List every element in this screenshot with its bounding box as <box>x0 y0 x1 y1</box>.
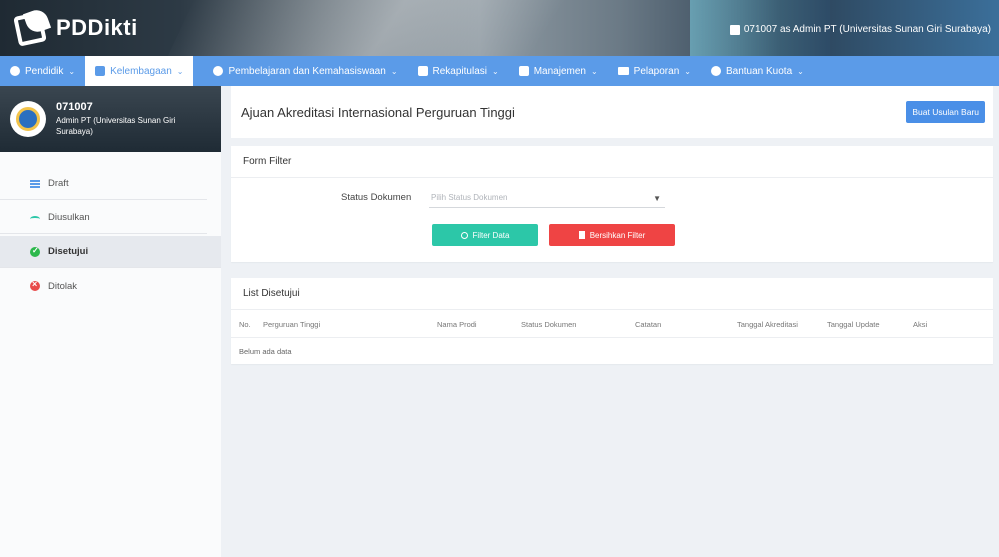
profile-panel: 071007 Admin PT (Universitas Sunan Giri … <box>0 86 221 152</box>
chevron-down-icon: ⌄ <box>68 66 76 76</box>
col-status-dokumen[interactable]: Status Dokumen <box>521 320 576 329</box>
sidebar-item-ditolak[interactable]: Ditolak <box>0 270 207 302</box>
sidebar-menu: Draft Diusulkan Disetujui Ditolak <box>0 168 221 302</box>
trash-icon <box>578 231 585 239</box>
status-placeholder: Pilih Status Dokumen <box>431 193 508 202</box>
user-info[interactable]: 071007 as Admin PT (Universitas Sunan Gi… <box>729 24 991 35</box>
filter-button-label: Filter Data <box>472 230 510 240</box>
filter-card: Form Filter Status Dokumen Pilih Status … <box>231 146 993 262</box>
user-info-text: 071007 as Admin PT (Universitas Sunan Gi… <box>743 24 991 35</box>
main-nav: Pendidik ⌄ Kelembagaan ⌄ Pembelajaran da… <box>0 56 999 86</box>
clear-filter-button[interactable]: Bersihkan Filter <box>549 224 675 246</box>
dropdown-caret-icon: ▼ <box>653 194 661 203</box>
sidebar-item-draft[interactable]: Draft <box>0 168 207 200</box>
nav-pendidik[interactable]: Pendidik ⌄ <box>0 56 85 86</box>
logo-mark-icon <box>13 6 52 48</box>
main-content: Ajuan Akreditasi Internasional Perguruan… <box>231 86 993 364</box>
col-aksi[interactable]: Aksi <box>913 320 927 329</box>
col-perguruan-tinggi[interactable]: Perguruan Tinggi <box>263 320 320 329</box>
user-circle-icon <box>710 66 721 76</box>
sidebar-item-diusulkan[interactable]: Diusulkan <box>0 202 207 234</box>
nav-label: Manajemen <box>533 65 586 77</box>
chevron-down-icon: ⌄ <box>797 66 804 76</box>
list-card-title: List Disetujui <box>231 278 993 310</box>
pddikti-logo[interactable]: PDDikti <box>13 6 138 48</box>
nav-label: Pelaporan <box>633 65 680 77</box>
page-title: Ajuan Akreditasi Internasional Perguruan… <box>241 104 515 120</box>
search-icon <box>460 231 468 239</box>
col-tanggal-akreditasi[interactable]: Tanggal Akreditasi <box>737 320 798 329</box>
nav-kelembagaan[interactable]: Kelembagaan ⌄ <box>85 56 194 86</box>
institution-icon <box>95 66 106 76</box>
nav-label: Pembelajaran dan Kemahasiswaan <box>228 65 386 77</box>
nav-label: Pendidik <box>25 65 64 77</box>
nav-label: Bantuan Kuota <box>725 65 793 77</box>
nav-pelaporan[interactable]: Pelaporan ⌄ <box>608 56 701 86</box>
list-card: List Disetujui No. Perguruan Tinggi Nama… <box>231 278 993 364</box>
chevron-down-icon: ⌄ <box>492 66 499 76</box>
logo-text: PDDikti <box>56 15 138 40</box>
status-select[interactable]: Pilih Status Dokumen ▼ <box>429 190 665 208</box>
nav-bantuan-kuota[interactable]: Bantuan Kuota ⌄ <box>701 56 814 86</box>
nav-label: Rekapitulasi <box>432 65 487 77</box>
sidebar-item-label: Draft <box>48 178 69 189</box>
col-tanggal-update[interactable]: Tanggal Update <box>827 320 880 329</box>
col-no[interactable]: No. <box>239 320 251 329</box>
sidebar-item-label: Disetujui <box>48 246 89 257</box>
profile-name: Admin PT (Universitas Sunan Giri Surabay… <box>56 116 176 136</box>
chevron-down-icon: ⌄ <box>590 66 598 76</box>
chevron-down-icon: ⌄ <box>176 66 184 76</box>
filter-button[interactable]: Filter Data <box>432 224 538 246</box>
filter-card-title: Form Filter <box>231 146 993 178</box>
user-circle-icon <box>213 66 224 76</box>
status-label: Status Dokumen <box>341 192 412 203</box>
empty-state: Belum ada data <box>239 346 292 356</box>
header-banner: PDDikti 071007 as Admin PT (Universitas … <box>0 0 999 56</box>
new-proposal-button[interactable]: Buat Usulan Baru <box>906 101 985 123</box>
col-nama-prodi[interactable]: Nama Prodi <box>437 320 477 329</box>
sidebar-item-label: Ditolak <box>48 280 78 292</box>
nav-manajemen[interactable]: Manajemen ⌄ <box>509 56 608 86</box>
chevron-down-icon: ⌄ <box>390 66 398 76</box>
university-emblem-icon <box>16 107 40 131</box>
sidebar: 071007 Admin PT (Universitas Sunan Giri … <box>0 86 221 557</box>
profile-code: 071007 <box>56 101 93 113</box>
clear-button-label: Bersihkan Filter <box>589 230 646 240</box>
check-circle-icon <box>30 246 40 257</box>
proposed-icon <box>30 216 40 222</box>
col-catatan[interactable]: Catatan <box>635 320 661 329</box>
x-circle-icon <box>30 279 40 291</box>
id-card-icon <box>729 24 740 35</box>
nav-label: Kelembagaan <box>110 65 172 77</box>
list-icon <box>30 180 40 188</box>
user-circle-icon <box>10 66 20 76</box>
chevron-down-icon: ⌄ <box>684 66 691 76</box>
table-header: No. Perguruan Tinggi Nama Prodi Status D… <box>231 310 993 338</box>
avatar[interactable] <box>10 101 46 137</box>
nav-pembelajaran[interactable]: Pembelajaran dan Kemahasiswaan ⌄ <box>203 56 407 86</box>
sidebar-item-label: Diusulkan <box>48 212 90 223</box>
document-icon <box>518 66 529 76</box>
nav-rekapitulasi[interactable]: Rekapitulasi ⌄ <box>408 56 509 86</box>
page-header: Ajuan Akreditasi Internasional Perguruan… <box>231 86 993 138</box>
sidebar-item-disetujui[interactable]: Disetujui <box>0 236 221 268</box>
chart-icon <box>417 66 428 76</box>
folder-icon <box>617 67 629 75</box>
